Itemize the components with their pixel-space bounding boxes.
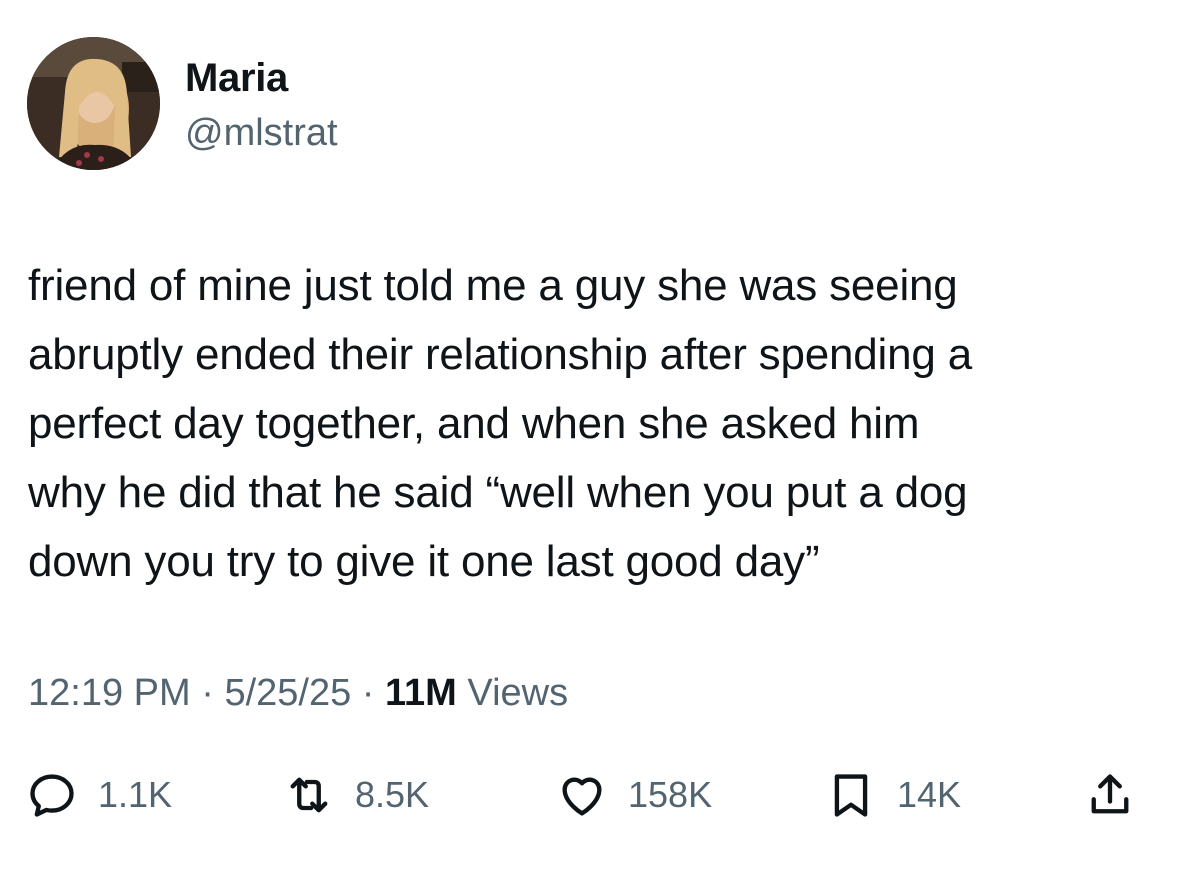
tweet-text-line: down you try to give it one last good da… [28, 537, 820, 586]
tweet-date[interactable]: 5/25/25 [224, 672, 351, 714]
reply-icon [30, 774, 74, 817]
tweet-text-line: friend of mine just told me a guy she wa… [28, 261, 958, 310]
repost-count: 8.5K [355, 774, 430, 815]
like-button[interactable]: 158K [556, 760, 712, 830]
repost-icon [290, 777, 328, 813]
action-bar: 1.1K 8.5K 158K 14K [0, 760, 1179, 830]
tweet-meta: 12:19 PM · 5/25/25 · 11M Views [28, 672, 568, 715]
meta-separator: · [190, 672, 225, 714]
bookmark-count: 14K [897, 774, 962, 815]
display-name[interactable]: Maria [185, 56, 288, 101]
views-count: 11M [385, 672, 457, 714]
views-label: Views [467, 672, 569, 714]
reply-button[interactable]: 1.1K [26, 760, 172, 830]
like-count: 158K [628, 774, 713, 815]
bookmark-icon [834, 774, 868, 817]
tweet-text-line: abruptly ended their relationship after … [28, 330, 972, 379]
tweet-text-line: perfect day together, and when she asked… [28, 399, 920, 448]
tweet-text-line: why he did that he said “well when you p… [28, 468, 968, 517]
share-button[interactable] [1084, 760, 1136, 830]
reply-count: 1.1K [98, 774, 173, 815]
repost-button[interactable]: 8.5K [283, 760, 429, 830]
meta-separator: · [351, 672, 386, 714]
tweet-text: friend of mine just told me a guy she wa… [28, 251, 1158, 596]
avatar[interactable] [27, 37, 160, 170]
heart-icon [562, 777, 602, 816]
share-icon [1091, 774, 1129, 814]
avatar-photo [27, 37, 160, 170]
tweet-card: Maria @mlstrat friend of mine just told … [0, 0, 1179, 882]
bookmark-button[interactable]: 14K [825, 760, 961, 830]
tweet-time[interactable]: 12:19 PM [28, 672, 191, 714]
user-handle[interactable]: @mlstrat [185, 112, 338, 155]
